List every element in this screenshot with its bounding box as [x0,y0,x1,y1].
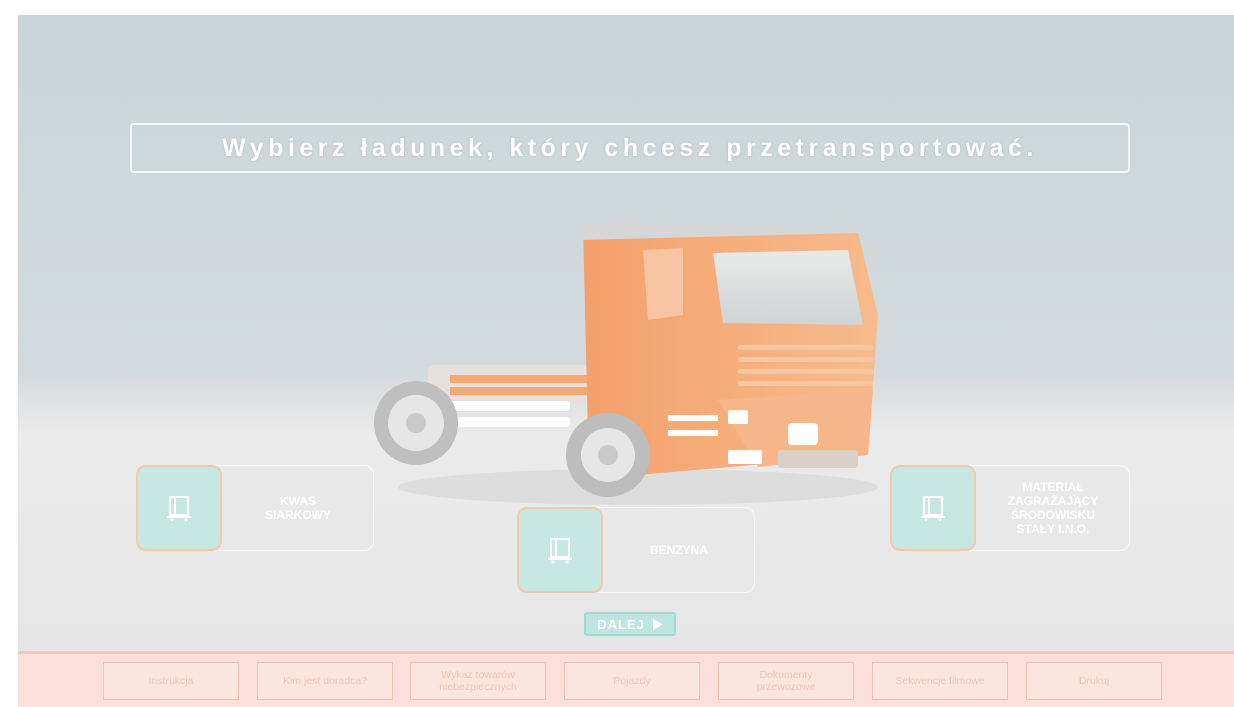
cargo-option-sulfuric-acid[interactable]: KWAS SIARKOWY [136,465,374,551]
pallet-icon [921,496,945,522]
instruction-title-text: Wybierz ładunek, który chcesz przetransp… [222,133,1038,162]
nav-button-label: Wykaz towarów niebezpiecznych [439,669,517,693]
play-icon [652,618,663,630]
nav-transport-documents-button[interactable]: Dokumenty przewozowe [718,662,854,700]
cargo-icon-tile [890,465,976,551]
nav-button-label: Dokumenty przewozowe [756,669,816,693]
pallet-icon [167,496,191,522]
pallet-icon [548,538,572,564]
nav-vehicles-button[interactable]: Pojazdy [564,662,700,700]
nav-button-label: Instrukcja [148,675,194,687]
cargo-option-environmental-hazard[interactable]: MATERIAŁ ZAGRAŻAJĄCY ŚRODOWISKU STAŁY I.… [890,465,1130,551]
cargo-label: KWAS SIARKOWY [265,494,331,522]
truck-illustration [374,220,878,505]
nav-dangerous-goods-list-button[interactable]: Wykaz towarów niebezpiecznych [410,662,546,700]
bottom-navigation: Instrukcja Kim jest doradca? Wykaz towar… [18,651,1234,707]
nav-button-label: Kim jest doradca? [282,675,368,687]
game-screen: Wybierz ładunek, który chcesz przetransp… [18,15,1234,707]
nav-button-label: Pojazdy [613,675,651,687]
nav-instructions-button[interactable]: Instrukcja [103,662,239,700]
cargo-option-petrol[interactable]: BENZYNA [517,507,755,593]
nav-button-label: Sekwencje filmowe [895,675,985,687]
nav-print-button[interactable]: Drukuj [1026,662,1162,700]
nav-button-label: Drukuj [1078,675,1110,687]
cargo-label: MATERIAŁ ZAGRAŻAJĄCY ŚRODOWISKU STAŁY I.… [1007,480,1099,536]
cargo-icon-tile [517,507,603,593]
instruction-title: Wybierz ładunek, który chcesz przetransp… [130,123,1130,173]
nav-advisor-button[interactable]: Kim jest doradca? [257,662,393,700]
cargo-icon-tile [136,465,222,551]
next-button-label: DALEJ [597,616,645,632]
nav-film-sequences-button[interactable]: Sekwencje filmowe [872,662,1008,700]
next-button[interactable]: DALEJ [584,612,676,636]
cargo-label: BENZYNA [649,543,708,557]
